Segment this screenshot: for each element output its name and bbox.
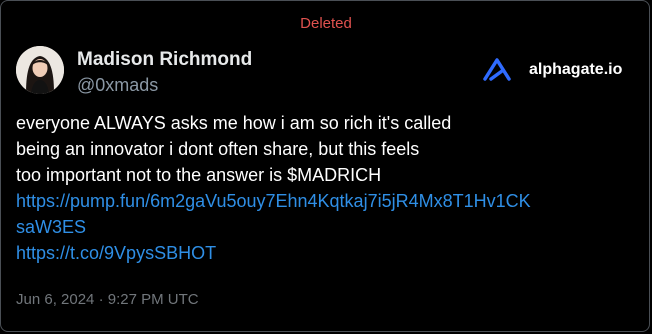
- tco-link[interactable]: https://t.co/9VpysSBHOT: [16, 240, 616, 266]
- tweet-timestamp[interactable]: Jun 6, 2024 · 9:27 PM UTC: [16, 291, 199, 308]
- avatar[interactable]: [16, 46, 64, 94]
- pump-fun-link-continuation[interactable]: saW3ES: [16, 214, 616, 240]
- tweet-text: everyone ALWAYS asks me how i am so rich…: [16, 110, 616, 266]
- pump-fun-link[interactable]: https://pump.fun/6m2gaVu5ouy7Ehn4Kqtkaj7…: [16, 188, 616, 214]
- deleted-status-label: Deleted: [300, 15, 352, 32]
- author-name[interactable]: Madison Richmond: [77, 49, 252, 71]
- avatar-image: [16, 46, 64, 94]
- tweet-text-line: everyone ALWAYS asks me how i am so rich…: [16, 113, 452, 133]
- tweet-text-line: being an innovator i dont often share, b…: [16, 139, 420, 159]
- author-handle[interactable]: @0xmads: [77, 75, 158, 96]
- alphagate-logo-icon: [483, 58, 511, 81]
- brand[interactable]: alphagate.io: [482, 55, 622, 85]
- tweet-text-line: too important not to the answer is $MADR…: [16, 165, 382, 185]
- brand-name: alphagate.io: [529, 61, 623, 78]
